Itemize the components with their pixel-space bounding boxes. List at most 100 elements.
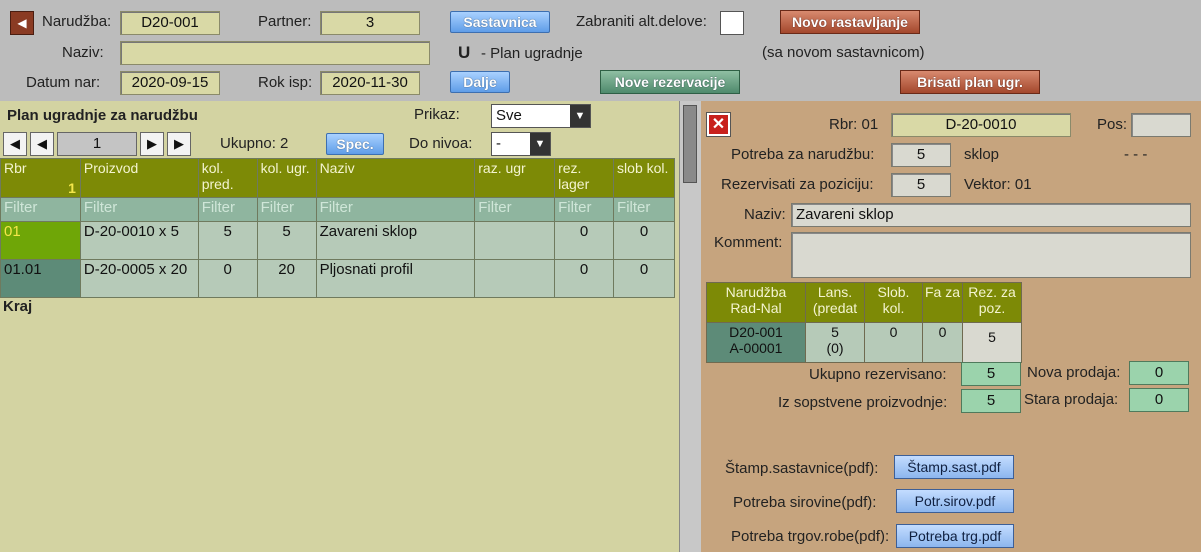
col-rbr-count: 1 <box>68 180 76 196</box>
rezervisati-field[interactable]: 5 <box>891 173 951 197</box>
col-naziv[interactable]: Naziv <box>315 158 476 198</box>
last-page-icon[interactable]: ▶ <box>167 132 191 156</box>
partner-label: Partner: <box>258 13 312 30</box>
novo-rastavljanje-button[interactable]: Novo rastavljanje <box>780 10 920 34</box>
row-slob-kol: 0 <box>613 221 675 260</box>
naziv-field[interactable] <box>120 41 430 65</box>
row-raz-ugr <box>474 259 556 298</box>
naziv-label: Naziv: <box>62 44 104 61</box>
table-row[interactable]: 01.01 D-20-0005 x 20 0 20 Pljosnati prof… <box>0 259 675 298</box>
table-header-row: Rbr 1 Proizvod kol. pred. kol. ugr. Naziv… <box>0 158 675 198</box>
rez-table: Narudžba Rad-Nal Lans. (predat Slob. kol… <box>706 282 1022 363</box>
page-field[interactable]: 1 <box>57 132 137 156</box>
narudzba-label: Narudžba: <box>42 13 112 30</box>
mode-letter: U <box>458 43 471 62</box>
filter-slob-kol[interactable]: Filter <box>613 197 675 222</box>
col-rbr[interactable]: Rbr 1 <box>0 158 81 198</box>
potreba-field[interactable]: 5 <box>891 143 951 167</box>
spec-button[interactable]: Spec. <box>326 133 384 155</box>
potr-sirov-pdf-button[interactable]: Potr.sirov.pdf <box>896 489 1014 513</box>
komment-label: Komment: <box>714 234 783 251</box>
rez-lans-line2: (0) <box>826 340 844 356</box>
row-rez-lager: 0 <box>554 221 615 260</box>
pos-label: Pos: <box>1097 116 1128 133</box>
do-nivoa-value: - <box>496 135 501 152</box>
rez-header-row: Narudžba Rad-Nal Lans. (predat Slob. kol… <box>706 282 1022 323</box>
col-slob-kol[interactable]: slob kol. <box>613 158 675 198</box>
dashes-text: - - - <box>1124 146 1148 163</box>
brisati-plan-button[interactable]: Brisati plan ugr. <box>900 70 1040 94</box>
naziv-field[interactable]: Zavareni sklop <box>791 203 1191 227</box>
rbr-field[interactable]: D-20-0010 <box>891 113 1071 137</box>
close-icon[interactable]: ✕ <box>707 113 730 136</box>
rez-col-faza: Fa za <box>922 282 963 323</box>
row-naziv: Zavareni sklop <box>315 221 476 260</box>
scrollbar-thumb[interactable] <box>683 105 697 183</box>
filter-raz-ugr[interactable]: Filter <box>474 197 556 222</box>
datum-label: Datum nar: <box>26 74 101 91</box>
vertical-scrollbar[interactable] <box>679 101 701 552</box>
row-kol-ugr: 20 <box>256 259 317 298</box>
row-rbr[interactable]: 01 <box>0 221 81 260</box>
zabraniti-label: Zabraniti alt.delove: <box>576 13 707 30</box>
narudzba-field[interactable]: D20-001 <box>120 11 220 35</box>
col-kol-ugr[interactable]: kol. ugr. <box>256 158 317 198</box>
rok-label: Rok isp: <box>258 74 313 91</box>
rok-field[interactable]: 2020-11-30 <box>320 71 420 95</box>
pos-field[interactable] <box>1131 113 1191 137</box>
row-kol-pred: 0 <box>197 259 258 298</box>
iz-sops-field: 5 <box>961 389 1021 413</box>
ukupno-rez-field: 5 <box>961 362 1021 386</box>
komment-field[interactable] <box>791 232 1191 278</box>
row-proizvod: D-20-0010 x 5 <box>79 221 199 260</box>
col-raz-ugr[interactable]: raz. ugr <box>474 158 556 198</box>
filter-rez-lager[interactable]: Filter <box>554 197 615 222</box>
partner-field[interactable]: 3 <box>320 11 420 35</box>
row-rez-lager: 0 <box>554 259 615 298</box>
col-rez-lager[interactable]: rez. lager <box>554 158 615 198</box>
col-proizvod[interactable]: Proizvod <box>79 158 199 198</box>
first-page-icon[interactable]: ◀ <box>3 132 27 156</box>
do-nivoa-label: Do nivoa: <box>409 135 473 152</box>
col-rbr-label: Rbr <box>4 160 27 176</box>
prikaz-label: Prikaz: <box>414 106 460 123</box>
naziv-label: Naziv: <box>744 206 786 223</box>
potreba-label: Potreba za narudžbu: <box>731 146 875 163</box>
filter-rbr[interactable]: Filter <box>0 197 81 222</box>
do-nivoa-select[interactable]: - ▼ <box>491 132 551 156</box>
prikaz-select[interactable]: Sve ▼ <box>491 104 591 128</box>
rez-value[interactable]: 5 <box>962 322 1022 363</box>
row-rbr[interactable]: 01.01 <box>0 259 81 298</box>
next-page-icon[interactable]: ▶ <box>140 132 164 156</box>
stamp-sast-pdf-button[interactable]: Štamp.sast.pdf <box>894 455 1014 479</box>
filter-naziv[interactable]: Filter <box>315 197 476 222</box>
sastavnica-button[interactable]: Sastavnica <box>450 11 550 33</box>
stara-prodaja-label: Stara prodaja: <box>1024 391 1119 408</box>
potreba-unit: sklop <box>964 146 1000 163</box>
col-kol-pred[interactable]: kol. pred. <box>197 158 258 198</box>
dalje-button[interactable]: Dalje <box>450 71 510 93</box>
row-kol-pred: 5 <box>197 221 258 260</box>
plan-title: Plan ugradnje za narudžbu <box>7 107 198 124</box>
back-icon[interactable]: ◀ <box>10 11 34 35</box>
rbr-label: Rbr: 01 <box>829 116 879 133</box>
chevron-down-icon: ▼ <box>530 133 550 155</box>
table-row: D20-001 A-00001 5 (0) 0 0 5 <box>706 322 1022 363</box>
top-bar: ◀ Narudžba: D20-001 Partner: 3 Sastavnic… <box>0 0 1201 101</box>
potreba-trg-pdf-button[interactable]: Potreba trg.pdf <box>896 524 1014 548</box>
rez-nar[interactable]: D20-001 A-00001 <box>706 322 806 363</box>
datum-field[interactable]: 2020-09-15 <box>120 71 220 95</box>
filter-kol-ugr[interactable]: Filter <box>256 197 317 222</box>
table-row[interactable]: 01 D-20-0010 x 5 5 5 Zavareni sklop 0 0 <box>0 221 675 260</box>
ukupno-text: Ukupno: 2 <box>220 135 289 152</box>
prev-page-icon[interactable]: ◀ <box>30 132 54 156</box>
rez-col-narudzba: Narudžba Rad-Nal <box>706 282 806 323</box>
filter-kol-pred[interactable]: Filter <box>197 197 258 222</box>
rez-nar-line2: A-00001 <box>729 340 783 356</box>
nove-rezervacije-button[interactable]: Nove rezervacije <box>600 70 740 94</box>
zabraniti-checkbox[interactable] <box>720 11 744 35</box>
rez-col-lans: Lans. (predat <box>805 282 865 323</box>
plan-table: Rbr 1 Proizvod kol. pred. kol. ugr. Naziv… <box>0 158 675 298</box>
pdf-sastavnice-label: Štamp.sastavnice(pdf): <box>725 460 879 477</box>
filter-proizvod[interactable]: Filter <box>79 197 199 222</box>
